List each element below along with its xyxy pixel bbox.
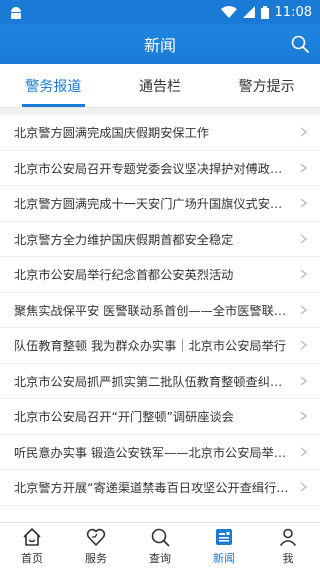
- list-item[interactable]: 队伍教育整顿 我为群众办实事｜北京市公安局举行: [0, 328, 320, 364]
- divider: [0, 108, 320, 115]
- list-item[interactable]: 北京警方圆满完成十一天安门广场升国旗仪式安保工作: [0, 186, 320, 222]
- tab-notices[interactable]: 通告栏: [107, 64, 214, 107]
- list-item[interactable]: 北京市公安局抓严抓实第二批队伍教育整顿查纠整改: [0, 364, 320, 399]
- chevron-right-icon: [300, 340, 308, 350]
- chevron-right-icon: [300, 305, 308, 315]
- news-title: 聚焦实战保平安 医警联动系首创——全市医警联动应急处置演练: [14, 303, 300, 318]
- news-title: 队伍教育整顿 我为群众办实事｜北京市公安局举行: [14, 339, 286, 354]
- chevron-right-icon: [300, 234, 308, 244]
- chevron-right-icon: [300, 163, 308, 173]
- news-title: 北京市公安局抓严抓实第二批队伍教育整顿查纠整改: [14, 374, 295, 389]
- nav-home[interactable]: 首页: [0, 523, 64, 568]
- news-title: 北京市公安局举行纪念首都公安英烈活动: [14, 268, 234, 283]
- wifi-icon: [220, 6, 237, 18]
- news-title: 北京警方圆满完成十一天安门广场升国旗仪式安保工作: [14, 197, 300, 212]
- list-item[interactable]: 听民意办实事 锻造公安铁军——北京市公安局举办第二期: [0, 435, 320, 470]
- news-title: 听民意办实事 锻造公安铁军——北京市公安局举办第二期: [14, 445, 300, 460]
- list-item[interactable]: 北京市公安局召开专题党委会议坚决捍护对傅政华严重违纪违法问题进行审查调查的决定: [0, 151, 320, 186]
- nav-news[interactable]: 新闻: [192, 523, 256, 568]
- battery-icon: [260, 5, 269, 19]
- search-icon[interactable]: [290, 34, 310, 54]
- chevron-right-icon: [300, 482, 308, 492]
- bottom-nav: 首页 服务 查询 新闻 我: [0, 522, 320, 568]
- person-icon: [279, 528, 297, 546]
- chevron-right-icon: [300, 447, 308, 457]
- list-item[interactable]: 北京警方全力维护国庆假期首都安全稳定: [0, 222, 320, 257]
- chevron-right-icon: [300, 127, 308, 137]
- chevron-right-icon: [300, 411, 308, 421]
- signal-icon: [242, 6, 255, 18]
- nav-service[interactable]: 服务: [64, 523, 128, 568]
- tab-bar: 警务报道 通告栏 警方提示: [0, 64, 320, 108]
- news-title: 北京市公安局召开专题党委会议坚决捍护对傅政华严重违纪违法问题进行审查调查的决定: [14, 161, 300, 176]
- news-icon: [216, 528, 232, 545]
- news-list: 北京警方圆满完成国庆假期安保工作 北京市公安局召开专题党委会议坚决捍护对傅政华严…: [0, 115, 320, 506]
- list-item[interactable]: 北京市公安局举行纪念首都公安英烈活动: [0, 257, 320, 293]
- home-icon: [23, 527, 41, 546]
- status-bar: 11:08: [0, 0, 320, 24]
- chevron-right-icon: [300, 269, 308, 279]
- list-item[interactable]: 北京警方圆满完成国庆假期安保工作: [0, 115, 320, 151]
- search-icon: [151, 528, 170, 546]
- list-item[interactable]: 北京警方开展“寄递渠道禁毒百日攻坚公开查缉行动”: [0, 470, 320, 506]
- tab-police-reports[interactable]: 警务报道: [0, 64, 107, 107]
- news-title: 北京市公安局召开“开门整顿”调研座谈会: [14, 410, 234, 425]
- heart-icon: [86, 528, 106, 546]
- nav-me[interactable]: 我: [256, 523, 320, 568]
- news-title: 北京警方开展“寄递渠道禁毒百日攻坚公开查缉行动”: [14, 481, 295, 496]
- tab-police-tips[interactable]: 警方提示: [213, 64, 320, 107]
- nav-query[interactable]: 查询: [128, 523, 192, 568]
- news-title: 北京警方全力维护国庆假期首都安全稳定: [14, 232, 234, 247]
- page-title: 新闻: [143, 36, 176, 55]
- app-header: 新闻: [0, 24, 320, 64]
- news-title: 北京警方圆满完成国庆假期安保工作: [14, 126, 209, 141]
- chevron-right-icon: [300, 198, 308, 208]
- chevron-right-icon: [300, 376, 308, 386]
- android-icon: [11, 7, 21, 19]
- list-item[interactable]: 北京市公安局召开“开门整顿”调研座谈会: [0, 399, 320, 435]
- list-item[interactable]: 聚焦实战保平安 医警联动系首创——全市医警联动应急处置演练: [0, 293, 320, 328]
- status-time: 11:08: [274, 4, 312, 20]
